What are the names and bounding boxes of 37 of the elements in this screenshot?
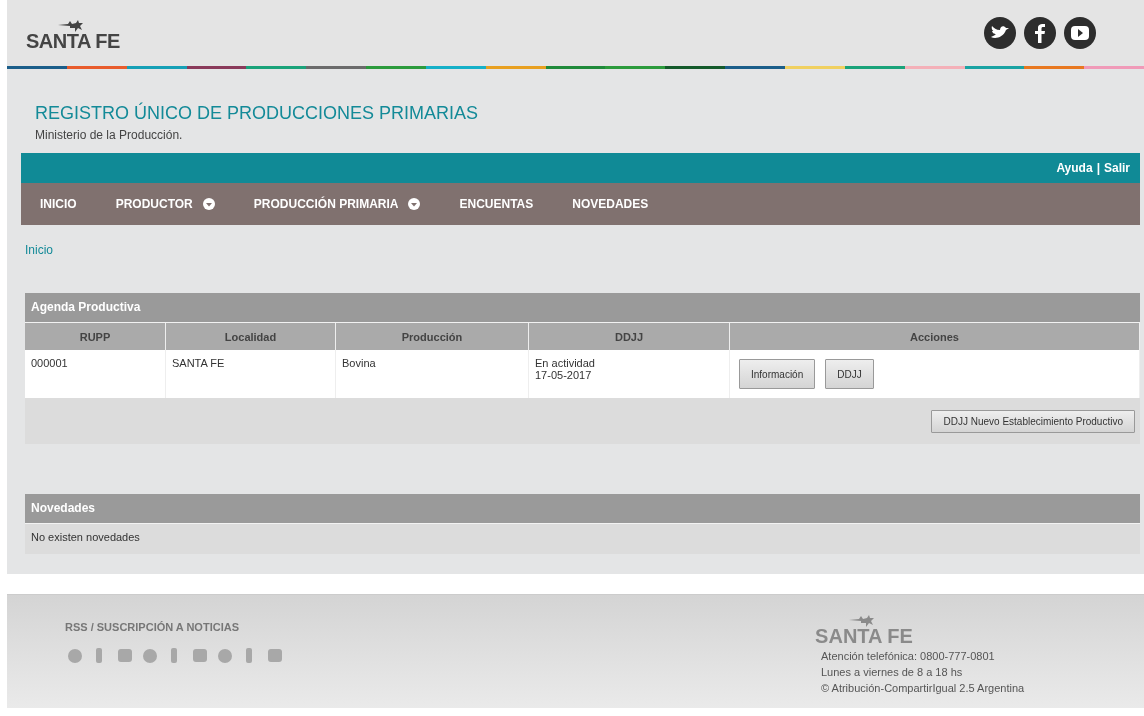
action-button[interactable]: Información [739,359,816,389]
nav-item[interactable]: NOVEDADES [572,197,649,211]
rss-link[interactable]: RSS / SUSCRIPCIÓN A NOTICIAS [65,621,239,633]
column-header: RUPP [25,323,166,350]
new-establishment-button[interactable]: DDJJ Nuevo Establecimiento Productivo [931,409,1135,433]
caret-icon [202,198,215,210]
column-header: DDJJ [528,323,730,350]
table-cell: Bovina [335,350,529,398]
page-subtitle: Ministerio de la Producción. [35,128,184,142]
contact-text: Lunes a viernes de 8 a 18 hs [821,665,964,680]
nav-item[interactable]: INICIO [40,197,77,211]
twitter-icon[interactable] [983,16,1017,50]
table-cell: En actividad 17-05-2017 [528,350,730,398]
breadcrumb-link[interactable]: Inicio [25,243,53,257]
panel-header: Novedades [25,494,1140,524]
caret-icon [408,198,421,210]
column-header: Producción [335,323,529,350]
empty-message: No existen novedades [30,530,141,545]
nav-item[interactable]: PRODUCTOR [115,197,215,211]
panel-header: Agenda Productiva [25,293,1140,323]
separator: | [1096,161,1100,175]
table-cell: SANTA FE [165,350,336,398]
contact-text: Atención telefónica: 0800-777-0801 [821,649,996,664]
action-button[interactable]: DDJJ [825,359,874,389]
top-link[interactable]: Salir [1104,161,1130,175]
youtube-icon[interactable] [1063,16,1097,50]
facebook-icon[interactable] [1023,16,1057,50]
nav-item[interactable]: ENCUENTAS [459,197,534,211]
top-link[interactable]: Ayuda [1056,161,1093,175]
page-title: REGISTRO ÚNICO DE PRODUCCIONES PRIMARIAS [35,103,480,124]
logo-text: SANTA FE [26,29,120,53]
table-cell: 000001 [25,350,166,398]
contact-text: © Atribución-CompartirIgual 2.5 Argentina [821,681,1025,696]
column-header: Acciones [729,323,1140,350]
logo-text: SANTA FE [815,625,913,648]
nav-item[interactable]: PRODUCCIÓN PRIMARIA [253,197,421,211]
column-header: Localidad [165,323,336,350]
